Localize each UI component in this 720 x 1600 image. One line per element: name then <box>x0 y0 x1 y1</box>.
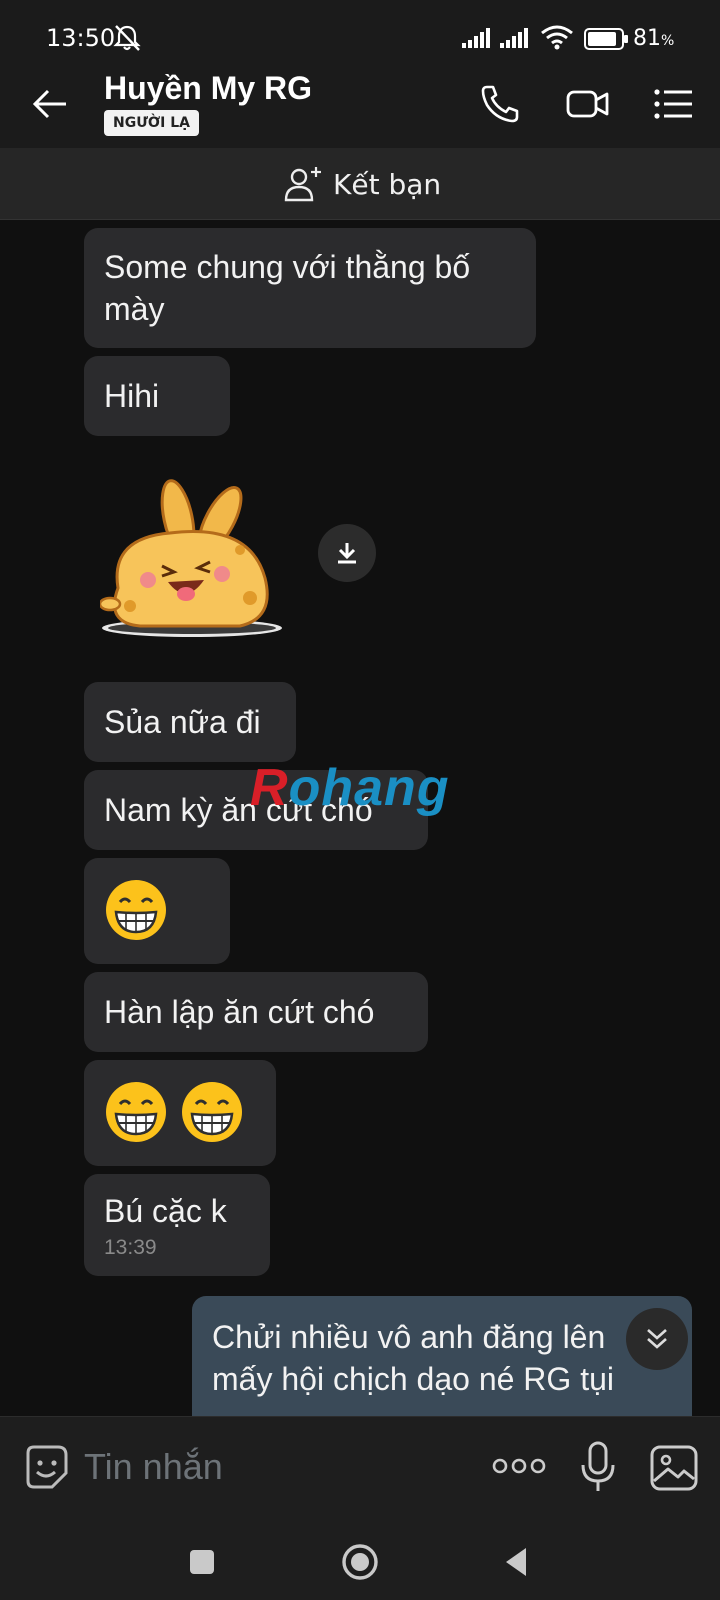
grinning-face-emoji <box>106 1082 166 1142</box>
composer-bar <box>0 1416 720 1524</box>
recents-square-icon[interactable] <box>180 1540 224 1584</box>
menu-list-icon[interactable] <box>652 82 696 126</box>
phone-icon[interactable] <box>478 82 522 126</box>
battery-icon <box>584 28 628 50</box>
watermark-logo: Rohang <box>250 759 450 817</box>
system-nav-bar <box>0 1524 720 1600</box>
back-arrow-icon[interactable] <box>30 84 70 124</box>
message-bubble[interactable]: Sủa nữa đi <box>84 682 296 762</box>
grinning-face-emoji <box>106 880 166 940</box>
message-bubble[interactable] <box>84 858 230 964</box>
back-triangle-icon[interactable] <box>496 1540 540 1584</box>
add-friend-bar: Kết bạn <box>0 148 720 220</box>
stranger-badge: NGƯỜI LẠ <box>104 110 199 136</box>
chat-header: Huyền My RG NGƯỜI LẠ <box>0 60 720 148</box>
home-circle-icon[interactable] <box>338 1540 382 1584</box>
message-text: mày <box>104 291 165 327</box>
my-message-bubble[interactable]: Chửi nhiều vô anh đăng lên mấy hội chịch… <box>192 1296 692 1416</box>
add-friend-label: Kết bạn <box>333 167 442 201</box>
add-friend-button[interactable]: Kết bạn <box>283 164 441 204</box>
contact-name[interactable]: Huyền My RG <box>104 70 312 107</box>
more-dots-icon[interactable] <box>492 1455 546 1477</box>
message-text: mấy hội chịch dạo né RG tụi <box>212 1361 614 1397</box>
status-time: 13:50 <box>46 24 116 52</box>
video-call-icon[interactable] <box>566 82 610 126</box>
message-text: Hàn lập ăn cứt chó <box>104 994 375 1030</box>
signal-icon <box>500 28 528 48</box>
signal-icon <box>462 28 490 48</box>
message-text: Hihi <box>104 378 160 414</box>
double-chevron-down-icon <box>647 1329 667 1349</box>
grinning-face-emoji <box>182 1082 242 1142</box>
message-bubble[interactable]: Hàn lập ăn cứt chó <box>84 972 428 1052</box>
message-text: Some chung với thằng bố <box>104 249 471 285</box>
mute-bell-icon <box>113 25 141 51</box>
scroll-to-bottom-button[interactable] <box>626 1308 688 1370</box>
battery-percent: 81% <box>633 26 675 51</box>
microphone-icon[interactable] <box>578 1441 618 1493</box>
sticker-smile-icon[interactable] <box>22 1443 70 1491</box>
message-text: Sủa nữa đi <box>104 704 261 740</box>
download-icon <box>338 543 356 564</box>
wifi-icon <box>541 25 573 50</box>
message-text: Bú cặc k <box>104 1193 227 1229</box>
download-button[interactable] <box>318 524 376 582</box>
image-icon[interactable] <box>650 1445 698 1491</box>
message-text: Chửi nhiều vô anh đăng lên <box>212 1319 606 1355</box>
message-timestamp: 13:39 <box>104 1236 157 1259</box>
message-bubble[interactable]: Bú cặc k 13:39 <box>84 1174 270 1276</box>
message-bubble[interactable]: Some chung với thằng bố mày <box>84 228 536 348</box>
add-person-icon <box>284 167 321 202</box>
message-list[interactable]: Some chung với thằng bố mày Hihi Sủa nữa… <box>0 220 720 1416</box>
message-bubble[interactable] <box>84 1060 276 1166</box>
bunny-laughing-sticker[interactable] <box>100 478 290 648</box>
message-input[interactable] <box>84 1441 464 1493</box>
status-bar: 13:50 81% <box>0 0 720 60</box>
message-bubble[interactable]: Hihi <box>84 356 230 436</box>
